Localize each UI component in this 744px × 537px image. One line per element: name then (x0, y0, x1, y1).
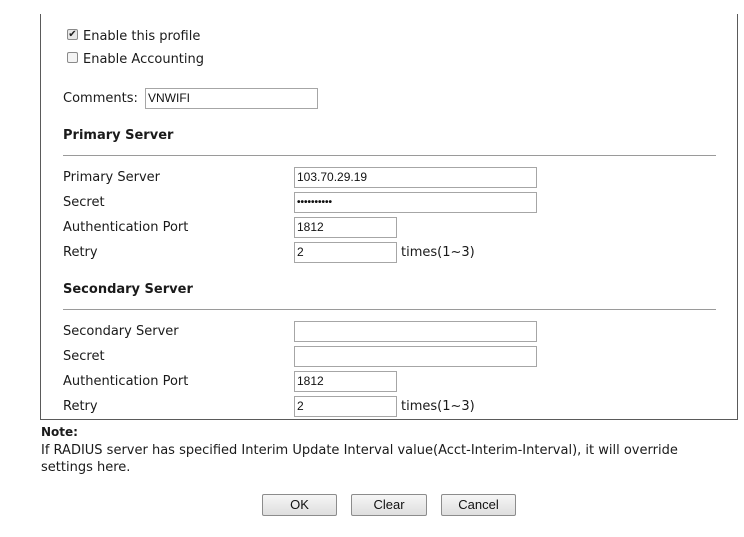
primary-secret-label: Secret (63, 195, 105, 210)
secondary-auth-port-label: Authentication Port (63, 374, 189, 389)
enable-accounting-checkbox[interactable] (67, 52, 78, 63)
secondary-retry-suffix: times(1~3) (401, 399, 475, 414)
primary-secret-input[interactable]: •••••••••• (294, 192, 537, 213)
secondary-server-input[interactable] (294, 321, 537, 342)
enable-profile-checkbox[interactable]: ✔ (67, 29, 78, 40)
primary-server-heading: Primary Server (63, 128, 174, 143)
enable-accounting-label: Enable Accounting (83, 52, 205, 67)
primary-auth-port-label: Authentication Port (63, 220, 189, 235)
secondary-auth-port-input[interactable]: 1812 (294, 371, 397, 392)
comments-label: Comments: (63, 91, 138, 106)
note-title: Note: (41, 425, 78, 439)
primary-server-input[interactable]: 103.70.29.19 (294, 167, 537, 188)
secondary-secret-input[interactable] (294, 346, 537, 367)
ok-button[interactable]: OK (262, 494, 337, 516)
clear-button[interactable]: Clear (351, 494, 427, 516)
primary-auth-port-input[interactable]: 1812 (294, 217, 397, 238)
note-text: If RADIUS server has specified Interim U… (41, 443, 678, 475)
primary-retry-label: Retry (63, 245, 98, 260)
cancel-button[interactable]: Cancel (441, 494, 516, 516)
primary-retry-input[interactable]: 2 (294, 242, 397, 263)
primary-divider (63, 155, 716, 156)
secondary-secret-label: Secret (63, 349, 105, 364)
primary-retry-suffix: times(1~3) (401, 245, 475, 260)
comments-input[interactable]: VNWIFI (145, 88, 318, 109)
enable-profile-label: Enable this profile (83, 29, 201, 44)
secondary-server-heading: Secondary Server (63, 282, 193, 297)
primary-server-label: Primary Server (63, 170, 160, 185)
secondary-divider (63, 309, 716, 310)
secondary-server-label: Secondary Server (63, 324, 179, 339)
secondary-retry-label: Retry (63, 399, 98, 414)
checkmark-icon: ✔ (68, 29, 77, 40)
secondary-retry-input[interactable]: 2 (294, 396, 397, 417)
